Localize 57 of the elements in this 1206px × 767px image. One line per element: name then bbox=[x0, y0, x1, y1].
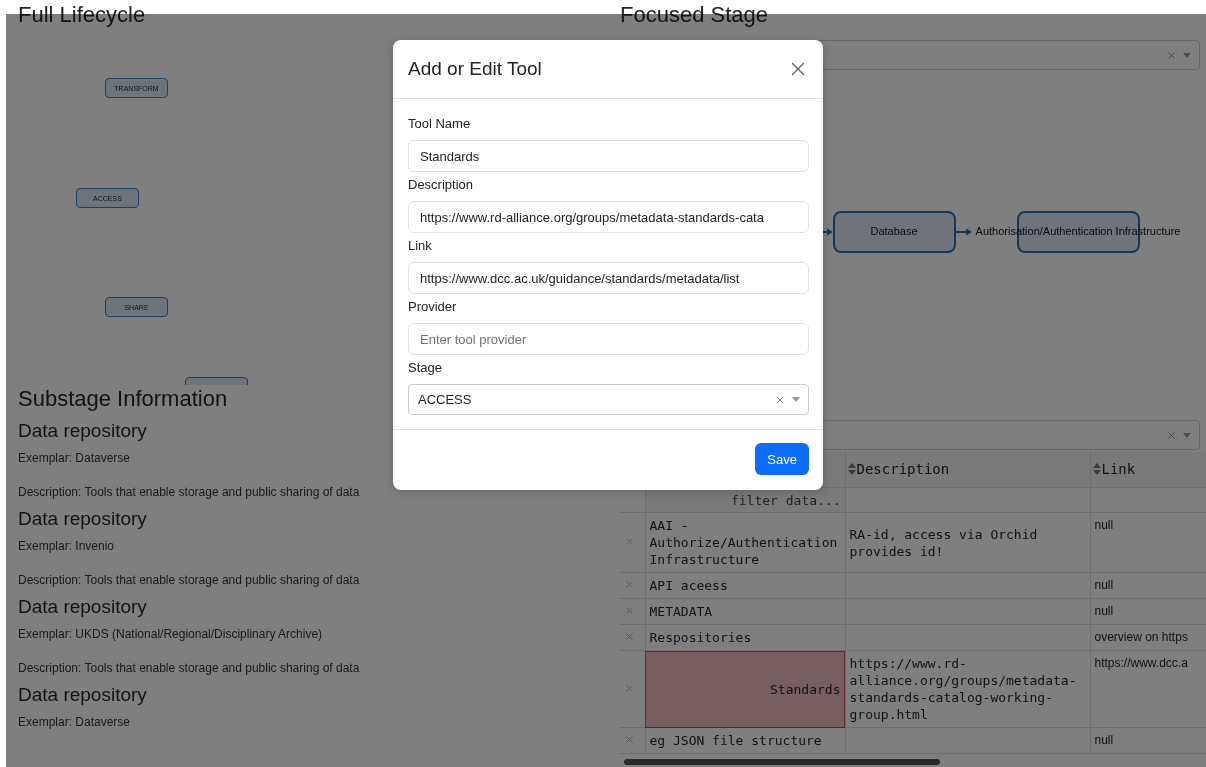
caret-icon bbox=[792, 397, 800, 402]
field-label: Tool Name bbox=[408, 115, 472, 133]
table-cell: https://www.rd-alliance.org/groups/metadata-standards-catalog-working-group.html bbox=[845, 650, 1090, 728]
delete-row-button[interactable] bbox=[624, 579, 635, 590]
sort-icon[interactable] bbox=[1092, 463, 1101, 475]
node-label: Database bbox=[870, 224, 918, 238]
description-text: Description: Tools that enable storage and public sharing of data bbox=[18, 484, 361, 501]
delete-row-button[interactable] bbox=[624, 682, 635, 694]
table-cell[interactable]: Respositories bbox=[645, 624, 845, 651]
delete-row-button[interactable] bbox=[624, 536, 635, 547]
input-field[interactable]: https://www.dcc.ac.uk/guidance/standards/metadata/list bbox=[408, 262, 809, 294]
exemplar-text: Exemplar: Dataverse bbox=[18, 714, 132, 731]
table-cell: null bbox=[1090, 598, 1206, 625]
delete-row-button[interactable] bbox=[624, 734, 635, 745]
table-cell[interactable]: API aceess bbox=[645, 572, 845, 599]
exemplar-text: Exemplar: UKDS (National/Regional/Disciplinary Archive) bbox=[18, 626, 324, 643]
clear-icon[interactable] bbox=[1166, 49, 1177, 61]
scrollbar[interactable] bbox=[624, 759, 940, 765]
table-cell[interactable]: AAI - Authorize/Authentication Infrastructure bbox=[645, 512, 845, 573]
column-header[interactable]: Link bbox=[1090, 452, 1206, 488]
column-header[interactable]: Description bbox=[845, 452, 1090, 488]
stage-select[interactable]: ACCESS bbox=[408, 384, 809, 415]
filter-field[interactable]: filter data... bbox=[645, 488, 845, 512]
table-cell: null bbox=[1090, 727, 1206, 754]
input-field[interactable]: Standards bbox=[408, 140, 809, 172]
delete-row-button[interactable] bbox=[624, 605, 635, 616]
table-cell[interactable]: eg JSON file structure bbox=[645, 727, 845, 754]
table-cell: https://www.dcc.a bbox=[1090, 650, 1206, 728]
substage-name: Data repository bbox=[18, 683, 148, 707]
table-cell: overview on https bbox=[1090, 624, 1206, 651]
substage-name: Data repository bbox=[18, 419, 148, 443]
field-label: Provider bbox=[408, 298, 458, 316]
save-button[interactable]: Save bbox=[755, 443, 809, 475]
substage-name: Data repository bbox=[18, 507, 148, 531]
description-text: Description: Tools that enable storage and public sharing of data bbox=[18, 572, 361, 589]
field-label: Stage bbox=[408, 359, 443, 377]
sort-icon[interactable] bbox=[847, 463, 856, 475]
exemplar-text: Exemplar: Invenio bbox=[18, 538, 116, 555]
field-label: Link bbox=[408, 237, 433, 255]
input-field[interactable]: https://www.rd-alliance.org/groups/metadata-standards-cata bbox=[408, 201, 809, 233]
input-field[interactable]: Enter tool provider bbox=[408, 323, 809, 355]
table-cell[interactable]: Standards bbox=[645, 650, 845, 728]
delete-row-button[interactable] bbox=[624, 631, 635, 642]
table-cell: RA-id, access via Orchid provides id! bbox=[845, 512, 1090, 573]
table-cell: null bbox=[1090, 572, 1206, 599]
caret-icon bbox=[1183, 432, 1191, 438]
modal-title: Add or Edit Tool bbox=[408, 58, 542, 80]
caret-icon bbox=[1183, 52, 1191, 58]
description-text: Description: Tools that enable storage and public sharing of data bbox=[18, 660, 361, 677]
clear-icon[interactable] bbox=[1166, 429, 1177, 441]
diagram-node[interactable] bbox=[833, 211, 956, 253]
table-cell[interactable]: METADATA bbox=[645, 598, 845, 625]
exemplar-text: Exemplar: Dataverse bbox=[18, 450, 132, 467]
section-heading: Substage Information bbox=[18, 385, 228, 413]
table-cell: null bbox=[1090, 512, 1206, 573]
substage-name: Data repository bbox=[18, 595, 148, 619]
field-label: Description bbox=[408, 176, 475, 194]
